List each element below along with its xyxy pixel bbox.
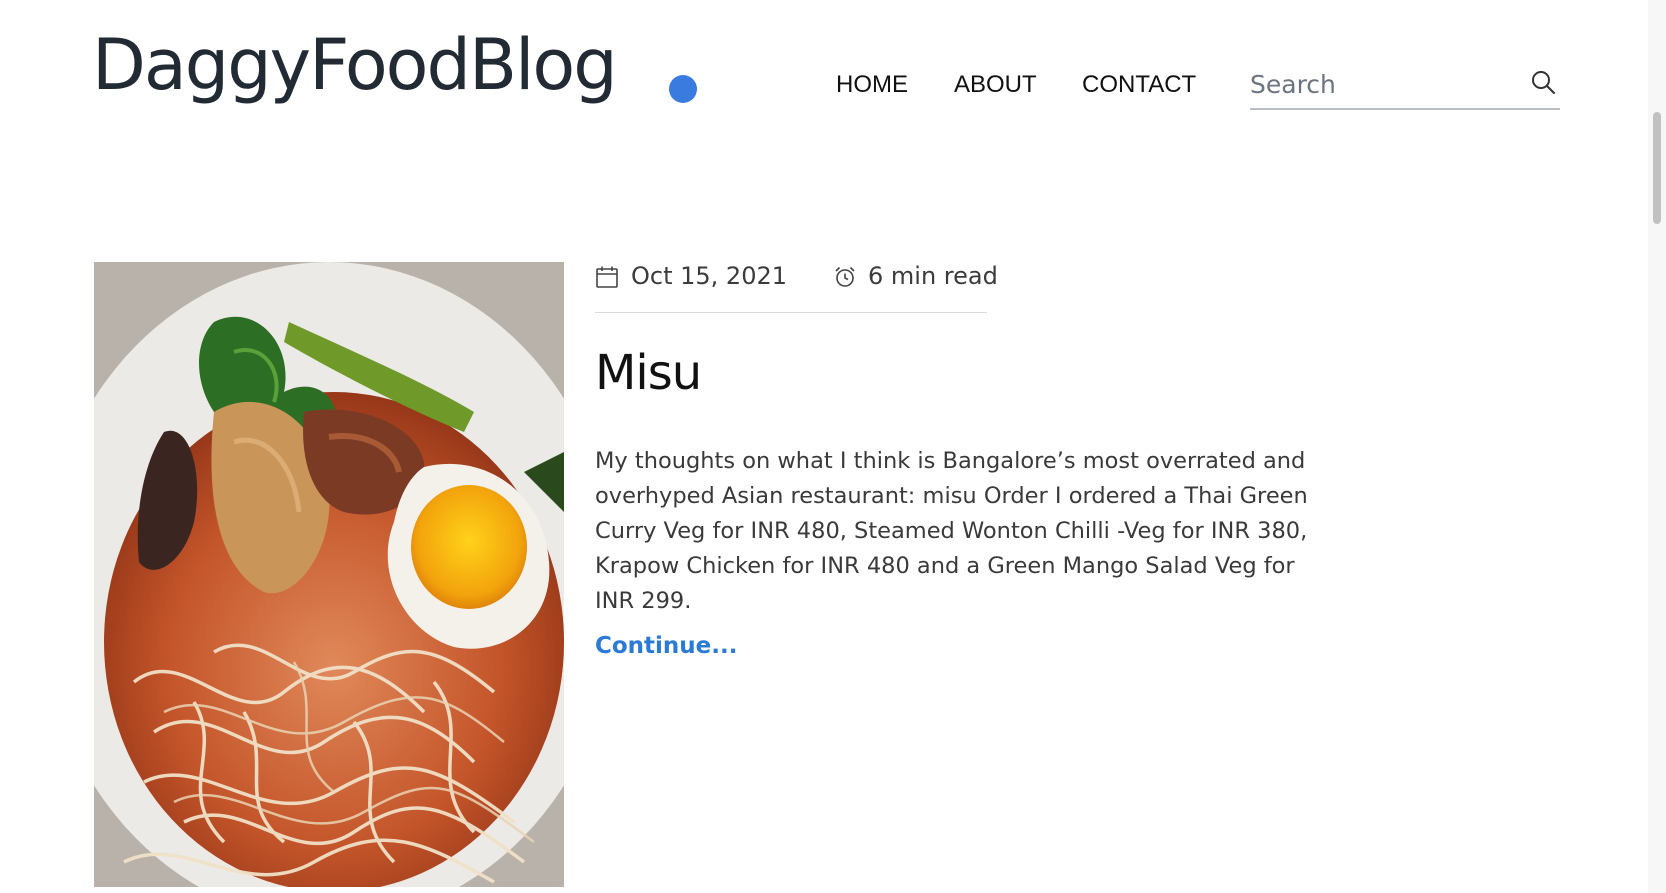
post-image[interactable]	[94, 262, 564, 887]
nav-about[interactable]: ABOUT	[954, 71, 1037, 99]
logo-dot	[669, 75, 697, 103]
page-scrollbar[interactable]	[1648, 0, 1666, 893]
nav-contact[interactable]: CONTACT	[1082, 71, 1196, 99]
continue-link[interactable]: Continue...	[595, 633, 738, 659]
search-icon[interactable]	[1528, 68, 1558, 98]
search-box	[1250, 62, 1560, 110]
noodle-bowl-photo	[94, 262, 564, 887]
post-excerpt: My thoughts on what I think is Bangalore…	[595, 448, 1308, 614]
calendar-icon	[596, 266, 618, 288]
scrollbar-thumb[interactable]	[1653, 112, 1661, 224]
alarm-clock-icon	[835, 266, 855, 287]
site-logo[interactable]: DaggyFoodBlog	[92, 30, 618, 100]
nav-home[interactable]: HOME	[836, 71, 908, 99]
post-meta: Oct 15, 2021 6 min read	[595, 262, 998, 313]
search-input[interactable]	[1250, 64, 1520, 104]
post-read-time: 6 min read	[868, 262, 998, 290]
post-date: Oct 15, 2021	[631, 262, 787, 290]
post-title[interactable]: Misu	[595, 345, 702, 401]
